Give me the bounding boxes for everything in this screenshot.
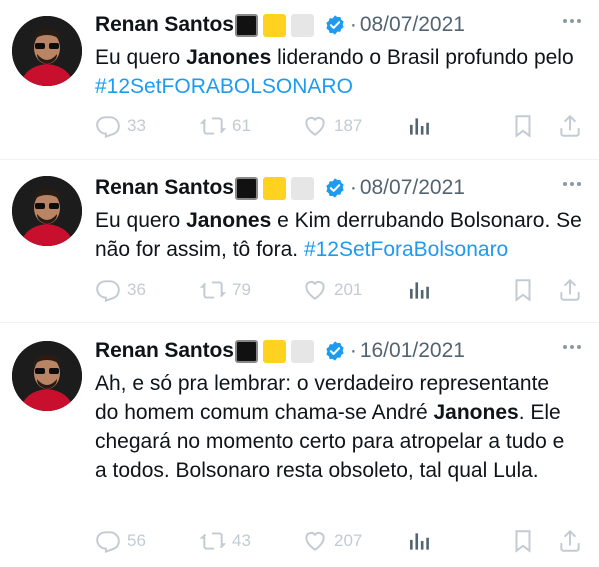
bookmark-button[interactable] bbox=[510, 113, 536, 139]
avatar[interactable] bbox=[12, 341, 82, 411]
share-icon bbox=[560, 114, 580, 137]
verified-badge-icon bbox=[326, 178, 344, 198]
reply-button[interactable]: 36 bbox=[95, 277, 146, 303]
tweet[interactable]: Renan Santos · 08/07/2021 Eu quero Janon… bbox=[0, 160, 599, 323]
verified-badge-icon bbox=[326, 15, 344, 35]
retweet-button[interactable]: 61 bbox=[200, 113, 251, 139]
yellow-square-emoji bbox=[262, 13, 286, 37]
yellow-square-emoji bbox=[262, 339, 286, 363]
retweet-count: 43 bbox=[232, 531, 251, 550]
tweet-actions: 56 43 207 bbox=[95, 527, 583, 555]
retweet-count: 79 bbox=[232, 280, 251, 299]
reply-button[interactable]: 33 bbox=[95, 113, 146, 139]
bookmark-button[interactable] bbox=[510, 528, 536, 554]
author-name[interactable]: Renan Santos bbox=[95, 176, 234, 200]
more-icon[interactable] bbox=[563, 345, 581, 349]
views-icon bbox=[410, 118, 429, 135]
tweet-date[interactable]: 08/07/2021 bbox=[360, 13, 465, 37]
retweet-count: 61 bbox=[232, 116, 251, 135]
reply-count: 56 bbox=[127, 531, 146, 550]
views-button[interactable] bbox=[407, 528, 433, 554]
like-icon bbox=[305, 116, 325, 136]
share-icon bbox=[560, 278, 580, 301]
tweet-date[interactable]: 16/01/2021 bbox=[360, 339, 465, 363]
like-count: 201 bbox=[334, 280, 363, 299]
hashtag-link[interactable]: #12SetFORABOLSONARO bbox=[95, 75, 353, 98]
white-square-emoji bbox=[290, 339, 314, 363]
tweet-actions: 36 79 201 bbox=[95, 276, 583, 304]
retweet-icon bbox=[200, 532, 226, 550]
share-button[interactable] bbox=[557, 113, 583, 139]
like-button[interactable]: 207 bbox=[302, 528, 362, 554]
tweet[interactable]: Renan Santos · 16/01/2021 Ah, e só pra l… bbox=[0, 323, 599, 567]
reply-count: 36 bbox=[127, 280, 146, 299]
white-square-emoji bbox=[290, 176, 314, 200]
tweet-text: Eu quero Janones liderando o Brasil prof… bbox=[95, 46, 574, 98]
like-icon bbox=[305, 280, 325, 300]
tweet[interactable]: Renan Santos · 08/07/2021 Eu quero Janon… bbox=[0, 0, 599, 160]
bookmark-icon bbox=[515, 115, 531, 138]
reply-count: 33 bbox=[127, 116, 146, 135]
like-icon bbox=[305, 531, 325, 551]
separator-dot: · bbox=[349, 339, 357, 362]
retweet-icon bbox=[200, 117, 226, 135]
tweet-header: Renan Santos · 08/07/2021 bbox=[95, 174, 581, 202]
tweet-header: Renan Santos · 08/07/2021 bbox=[95, 11, 581, 39]
like-count: 187 bbox=[334, 116, 363, 135]
bookmark-icon bbox=[515, 530, 531, 553]
share-icon bbox=[560, 529, 580, 552]
reply-icon bbox=[96, 531, 120, 553]
separator-dot: · bbox=[349, 176, 357, 199]
avatar[interactable] bbox=[12, 176, 82, 246]
reply-icon bbox=[96, 116, 120, 138]
more-icon[interactable] bbox=[563, 182, 581, 186]
tweet-header: Renan Santos · 16/01/2021 bbox=[95, 337, 581, 365]
black-square-emoji bbox=[234, 13, 258, 37]
tweet-text: Ah, e só pra lembrar: o verdadeiro repre… bbox=[95, 372, 565, 482]
retweet-button[interactable]: 43 bbox=[200, 528, 251, 554]
retweet-button[interactable]: 79 bbox=[200, 277, 251, 303]
yellow-square-emoji bbox=[262, 176, 286, 200]
like-button[interactable]: 187 bbox=[302, 113, 362, 139]
like-button[interactable]: 201 bbox=[302, 277, 362, 303]
views-icon bbox=[410, 282, 429, 299]
author-name[interactable]: Renan Santos bbox=[95, 339, 234, 363]
author-name[interactable]: Renan Santos bbox=[95, 13, 234, 37]
black-square-emoji bbox=[234, 339, 258, 363]
views-button[interactable] bbox=[407, 277, 433, 303]
views-button[interactable] bbox=[407, 113, 433, 139]
more-icon[interactable] bbox=[563, 19, 581, 23]
views-icon bbox=[410, 533, 429, 550]
reply-button[interactable]: 56 bbox=[95, 528, 146, 554]
avatar[interactable] bbox=[12, 16, 82, 86]
retweet-icon bbox=[200, 281, 226, 299]
white-square-emoji bbox=[290, 13, 314, 37]
bookmark-icon bbox=[515, 279, 531, 302]
share-button[interactable] bbox=[557, 528, 583, 554]
black-square-emoji bbox=[234, 176, 258, 200]
share-button[interactable] bbox=[557, 277, 583, 303]
separator-dot: · bbox=[349, 13, 357, 36]
tweet-text: Eu quero Janones e Kim derrubando Bolson… bbox=[95, 209, 582, 261]
bookmark-button[interactable] bbox=[510, 277, 536, 303]
tweet-date[interactable]: 08/07/2021 bbox=[360, 176, 465, 200]
like-count: 207 bbox=[334, 531, 363, 550]
hashtag-link[interactable]: #12SetForaBolsonaro bbox=[304, 238, 508, 261]
verified-badge-icon bbox=[326, 341, 344, 361]
reply-icon bbox=[96, 280, 120, 302]
tweet-actions: 33 61 187 bbox=[95, 112, 583, 140]
